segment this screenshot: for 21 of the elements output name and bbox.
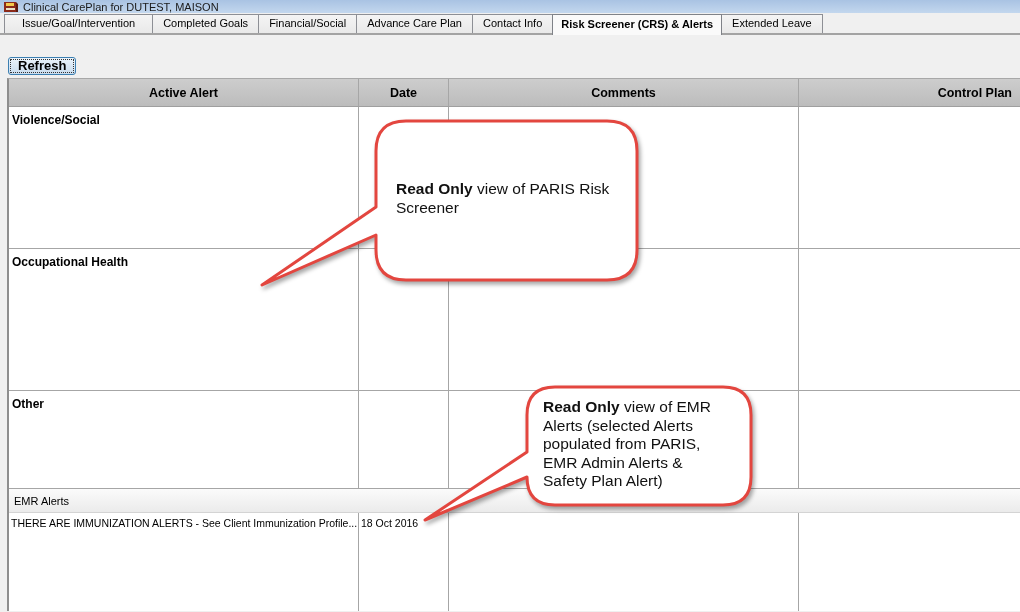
refresh-button[interactable]: Refresh bbox=[8, 57, 77, 75]
column-header: Control Plan bbox=[799, 79, 1020, 107]
callout-text: Read Only view of EMR Alerts (selected Alerts populated from PARIS, EMR Admin Alerts & Safety Plan Alert) bbox=[543, 398, 712, 491]
table-cell: 18 Oct 2016 bbox=[359, 513, 449, 611]
tab[interactable]: Financial/Social bbox=[258, 14, 358, 33]
table-cell: THERE ARE IMMUNIZATION ALERTS - See Client Immunization Profile... bbox=[9, 513, 359, 611]
tab[interactable]: Issue/Goal/Intervention bbox=[4, 14, 154, 33]
column-header: Date bbox=[359, 79, 449, 107]
tab[interactable]: Risk Screener (CRS) & Alerts bbox=[552, 14, 723, 35]
column-header: Active Alert bbox=[9, 79, 359, 107]
column-header: Comments bbox=[449, 79, 799, 107]
callout-text: Read Only view of PARIS Risk Screener bbox=[396, 180, 611, 217]
tab[interactable]: Extended Leave bbox=[721, 14, 823, 33]
tab[interactable]: Completed Goals bbox=[152, 14, 260, 33]
tab[interactable]: Advance Care Plan bbox=[356, 14, 473, 33]
tab[interactable]: Contact Info bbox=[471, 14, 554, 33]
table-cell: Violence/Social bbox=[9, 107, 359, 249]
table-cell: Occupational Health bbox=[9, 249, 359, 391]
table-cell: Other bbox=[9, 391, 359, 489]
book-icon bbox=[3, 1, 18, 12]
window-title: Clinical CarePlan for DUTEST, MAISON bbox=[23, 0, 219, 13]
